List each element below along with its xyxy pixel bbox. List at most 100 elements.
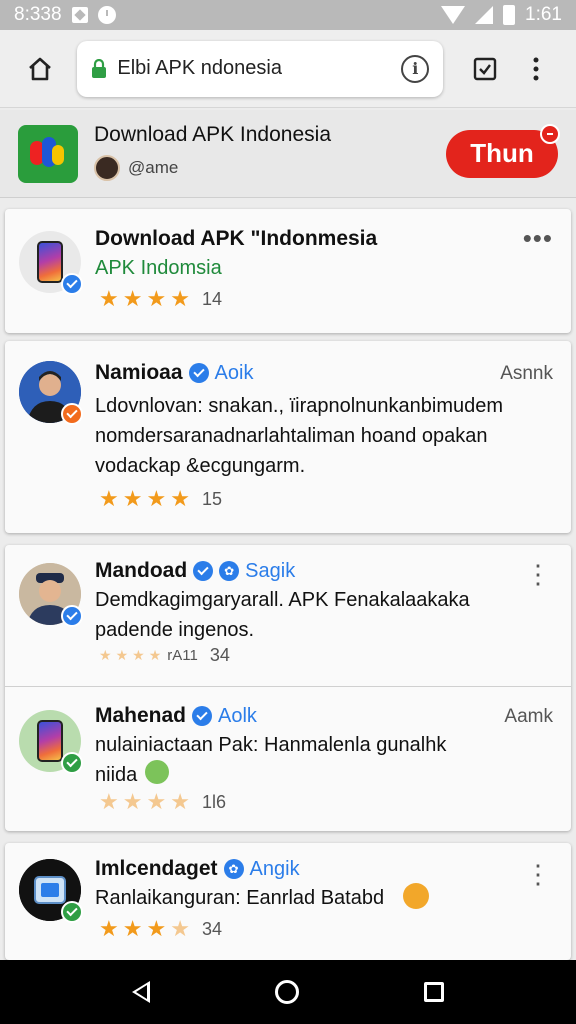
site-title: Download APK Indonesia (94, 122, 331, 146)
notification-icon (71, 7, 88, 23)
review-card[interactable]: Mandoad ✿ Sagik ⋮ Demdkagimgaryarall. AP… (5, 545, 571, 687)
menu-button[interactable] (511, 43, 562, 95)
star-icon: ★ (122, 790, 143, 815)
rating: ★ ★ ★ ★ rA11 34 (99, 645, 230, 666)
rating-count: 14 (201, 289, 222, 309)
verified-badge-icon (61, 752, 83, 774)
avatar-wrap (19, 710, 83, 774)
verified-icon (193, 561, 214, 581)
review-text: Ranlaikanguran: Eanrlad Batabd (95, 887, 385, 909)
signal-icon (475, 6, 494, 24)
review-text: Ldovnlovan: snakan., ïirapnolnunkanbimud… (95, 395, 504, 477)
card-subtitle: APK Indomsia (95, 257, 222, 279)
notification-dot-icon (540, 123, 560, 144)
reviewer-name: Mahenad (95, 704, 187, 727)
tab-check-icon (473, 57, 497, 80)
star-icon: ★ (99, 790, 119, 815)
status-bar: 8:338 1:61 (0, 0, 576, 30)
tabs-button[interactable] (459, 43, 510, 95)
rating: ★ ★ ★ ★ 15 (99, 487, 222, 512)
avatar[interactable] (94, 154, 120, 181)
cta-label: Thun (470, 138, 534, 168)
verified-icon (192, 706, 213, 726)
side-label: Aamk (504, 706, 553, 727)
verified-badge-icon (61, 901, 83, 923)
recents-icon[interactable] (423, 982, 444, 1002)
rating-label: rA11 (167, 647, 198, 664)
phone-icon (37, 241, 63, 283)
flower-icon: ✿ (219, 561, 240, 581)
status-right: 1:61 (441, 4, 562, 26)
verified-badge-icon (61, 605, 83, 627)
flower-icon: ✿ (223, 859, 244, 879)
review-text: Demdkagimgaryarall. APK Fenakalaakaka pa… (95, 589, 470, 641)
url-bar[interactable]: Elbi APK ndonesia i (77, 40, 444, 97)
more-vert-icon[interactable]: ⋮ (525, 861, 551, 887)
star-icon: ★ (132, 647, 145, 664)
star-icon: ★ (146, 917, 167, 942)
rating-count: 34 (209, 645, 230, 665)
status-time: 8:338 (14, 4, 62, 25)
reviewer-handle[interactable]: Sagik (245, 560, 295, 583)
app-logo[interactable] (18, 124, 78, 183)
review-card[interactable]: Imlcendaget ✿ Angik ⋮ Ranlaikanguran: Ea… (5, 843, 571, 960)
info-icon[interactable]: i (401, 54, 430, 83)
avatar-wrap (19, 859, 83, 923)
reviewer-handle[interactable]: Aoik (215, 362, 254, 385)
rating: ★ ★ ★ ★ 1l6 (99, 790, 226, 815)
more-vert-icon (533, 57, 539, 80)
back-icon[interactable] (132, 981, 151, 1003)
cta-button[interactable]: Thun (446, 123, 560, 178)
browser-toolbar: Elbi APK ndonesia i (0, 30, 576, 108)
star-icon: ★ (115, 647, 129, 664)
reviewer-name: Namioaa (95, 361, 183, 384)
phone-icon (37, 720, 63, 762)
more-vert-icon[interactable]: ⋮ (525, 561, 551, 587)
star-icon: ★ (148, 647, 162, 664)
star-icon: ★ (99, 287, 119, 312)
app-card[interactable]: Download APK "Indonmesia APK Indomsia ••… (5, 209, 571, 333)
review-card[interactable]: Namioaa Aoik Asnnk Ldovnlovan: snakan., … (5, 341, 571, 533)
status-left: 8:338 (14, 4, 116, 26)
side-label: Asnnk (500, 363, 553, 384)
review-group: Mandoad ✿ Sagik ⋮ Demdkagimgaryarall. AP… (5, 545, 571, 831)
star-icon: ★ (122, 917, 143, 942)
star-icon: ★ (99, 647, 112, 664)
site-account: @ame (94, 154, 446, 181)
badge-icon (61, 403, 83, 425)
wifi-icon (441, 6, 466, 24)
star-icon: ★ (170, 917, 190, 942)
system-nav-bar (0, 960, 576, 1024)
star-icon: ★ (99, 917, 119, 942)
star-icon: ★ (146, 487, 167, 512)
header-text: Download APK Indonesia @ame (94, 123, 446, 181)
verified-badge-icon (61, 273, 83, 295)
star-icon: ★ (170, 287, 190, 312)
battery-time: 1:61 (525, 4, 562, 25)
star-icon: ★ (122, 487, 143, 512)
app-icon-wrap (19, 231, 83, 295)
rating-count: 34 (201, 919, 222, 939)
lock-icon (92, 58, 107, 78)
rating-count: 1l6 (201, 792, 226, 812)
card-title: Download APK "Indonmesia (95, 227, 378, 250)
reviewer-name: Imlcendaget (95, 857, 218, 880)
home-button[interactable] (14, 43, 65, 95)
star-icon: ★ (146, 287, 167, 312)
home-circle-icon[interactable] (274, 980, 299, 1004)
reviewer-name: Mandoad (95, 559, 188, 582)
battery-icon (503, 5, 516, 25)
account-handle: @ame (128, 157, 179, 177)
review-card[interactable]: Mahenad Aolk Aamk nulainiactaan Pak: Han… (5, 688, 571, 831)
more-horiz-icon[interactable]: ••• (523, 223, 553, 254)
reviewer-handle[interactable]: Aolk (218, 705, 257, 728)
rating: ★ ★ ★ ★ 14 (99, 287, 222, 312)
star-icon: ★ (170, 487, 190, 512)
reviewer-handle[interactable]: Angik (250, 858, 300, 881)
alarm-icon (97, 6, 116, 24)
home-icon (28, 57, 51, 80)
star-icon: ★ (146, 790, 167, 815)
avatar-wrap (19, 361, 83, 425)
verified-icon (188, 363, 209, 383)
star-icon: ★ (99, 487, 119, 512)
